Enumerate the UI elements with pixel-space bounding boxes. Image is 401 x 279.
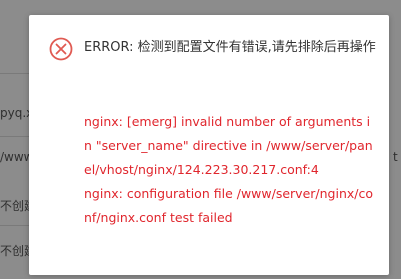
background-divider — [0, 136, 30, 137]
error-detail: nginx: [emerg] invalid number of argumen… — [84, 110, 376, 230]
error-circle-x-icon — [49, 37, 73, 61]
background-text-fragment: t — [393, 150, 398, 164]
error-detail-line: nginx: [emerg] invalid number of argumen… — [84, 114, 373, 177]
error-dialog: ERROR: 检测到配置文件有错误,请先排除后再操作 nginx: [emerg… — [29, 15, 389, 275]
background-divider — [0, 73, 30, 74]
background-divider — [0, 225, 30, 226]
dialog-title: ERROR: 检测到配置文件有错误,请先排除后再操作 — [84, 40, 376, 55]
error-detail-line: nginx: configuration file /www/server/ng… — [84, 186, 373, 225]
